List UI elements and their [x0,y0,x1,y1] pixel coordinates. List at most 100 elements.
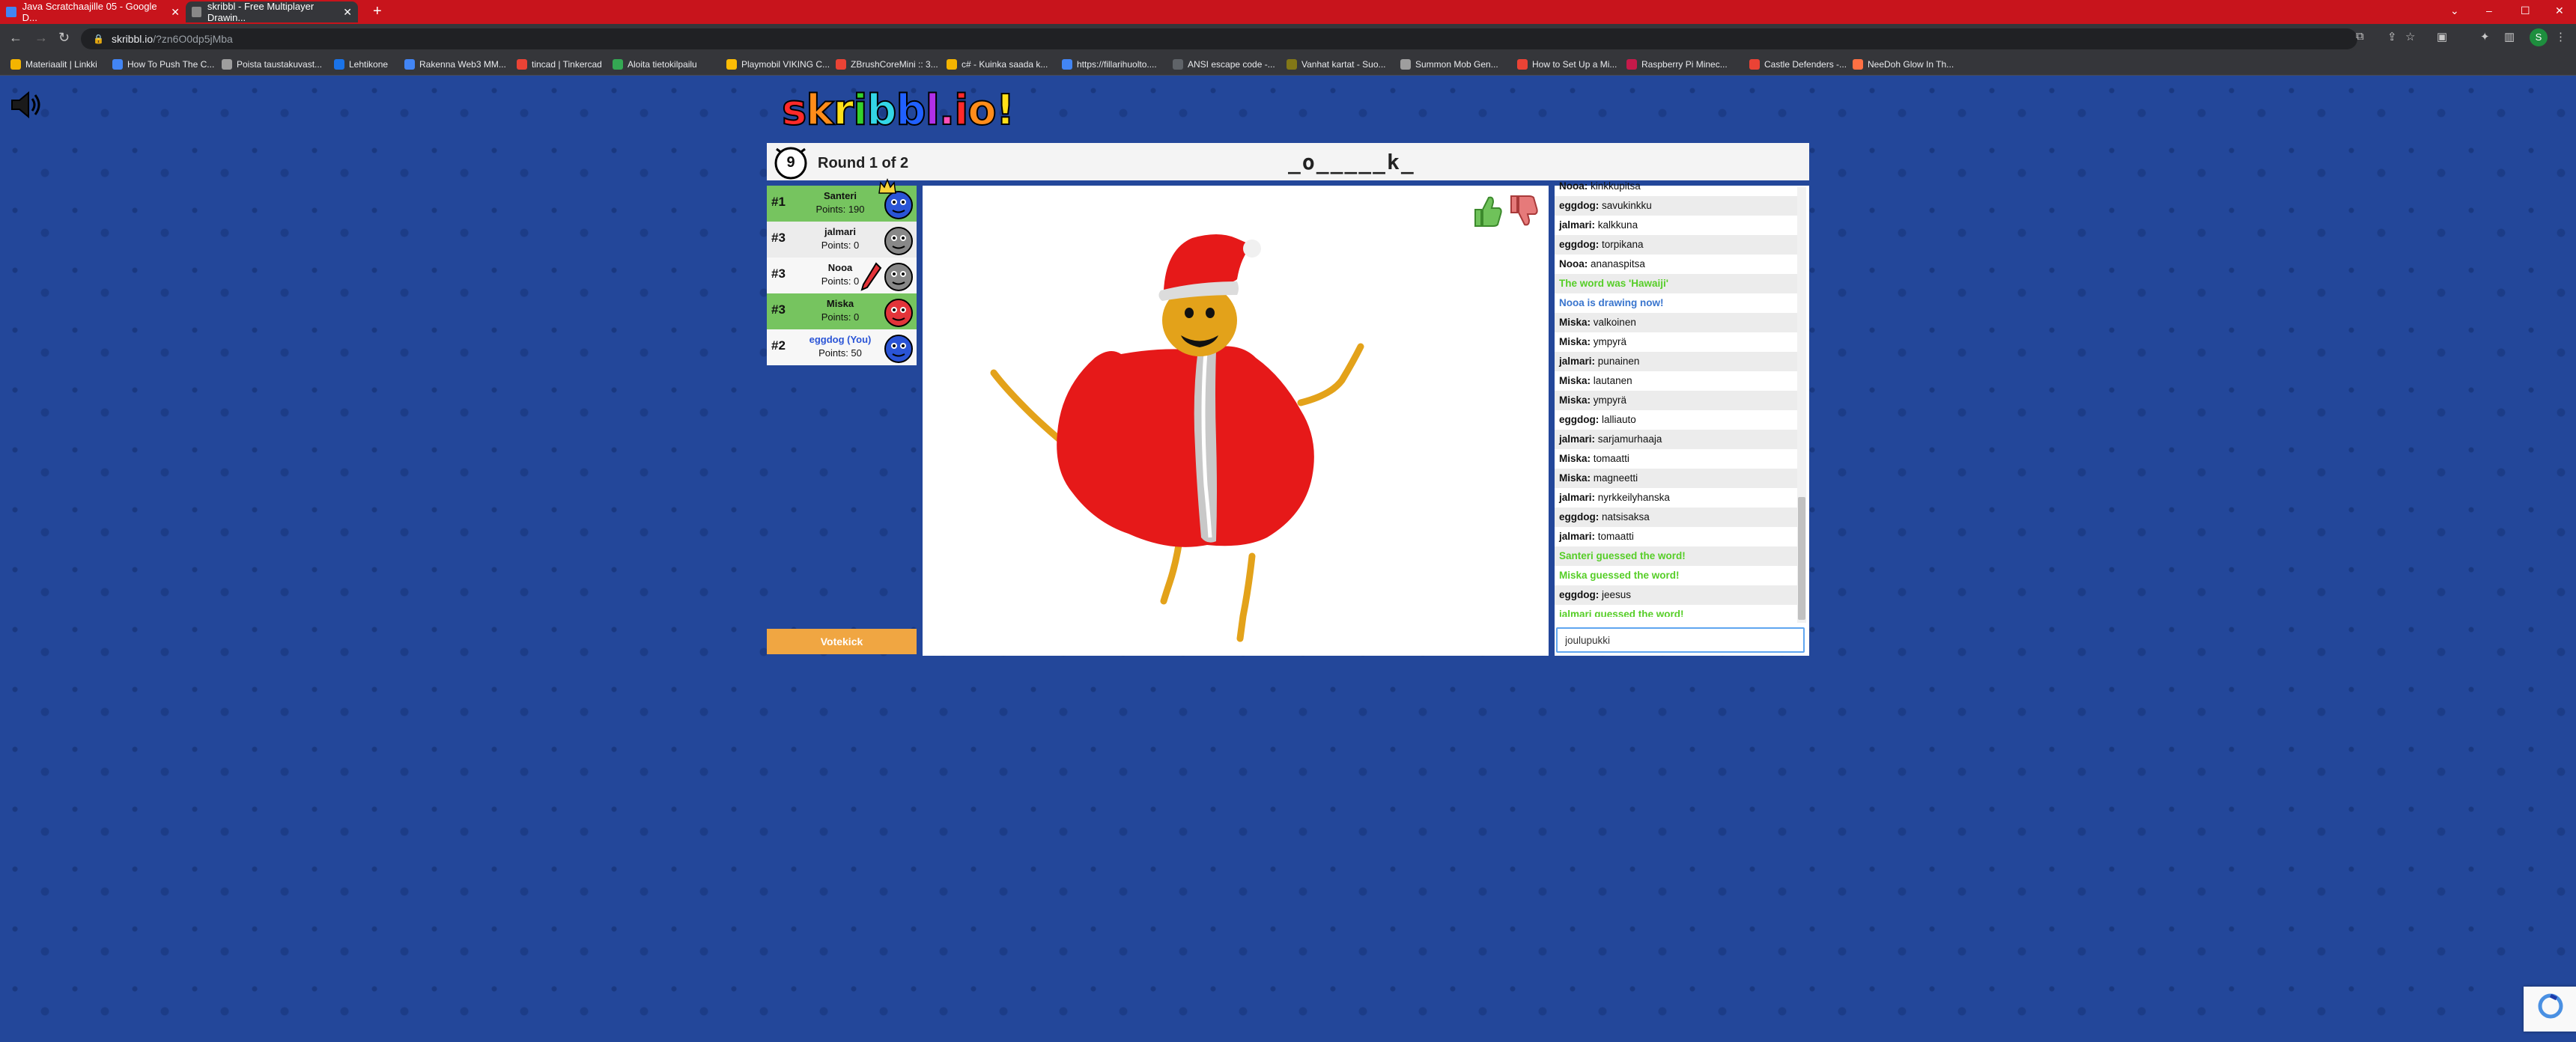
bookmark-item[interactable]: Playmobil VIKING C... [726,57,830,72]
chat-message: jalmari guessed the word! [1555,605,1799,617]
player-row[interactable]: #3 Nooa Points: 0 [767,258,917,293]
bookmark-label: tincad | Tinkercad [532,59,602,70]
chat-text: ympyrä [1593,394,1627,406]
round-indicator: Round 1 of 2 [818,155,909,171]
chat-username: eggdog: [1559,511,1600,522]
bookmark-item[interactable]: c# - Kuinka saada k... [947,57,1048,72]
chat-text: magneetti [1593,472,1638,484]
bookmark-item[interactable]: Aloita tietokilpailu [613,57,697,72]
votekick-button[interactable]: Votekick [767,629,917,654]
close-window-icon[interactable]: ✕ [2555,4,2564,17]
chat-message: jalmari: nyrkkeilyhanska [1555,488,1799,508]
logo-letter: b [866,85,897,135]
logo-letter: i [953,85,969,135]
player-avatar-icon [884,227,913,255]
bookmark-label: NeeDoh Glow In Th... [1868,59,1954,70]
chat-message: jalmari: kalkkuna [1555,216,1799,235]
bookmark-item[interactable]: Materiaalit | Linkki [10,57,97,72]
new-tab-icon[interactable]: + [373,3,382,20]
timer-value: 9 [786,154,795,171]
bookmark-item[interactable]: ANSI escape code -... [1173,57,1275,72]
profile-avatar[interactable]: S [2530,28,2548,46]
reload-icon[interactable]: ↻ [58,30,70,46]
thumbs-up-icon[interactable] [1471,192,1504,231]
bookmark-label: c# - Kuinka saada k... [962,59,1048,70]
translate-icon[interactable]: ⧉ [2356,30,2364,43]
bookmark-item[interactable]: NeeDoh Glow In Th... [1853,57,1954,72]
chat-username: jalmari: [1559,492,1596,503]
bookmark-item[interactable]: Rakenna Web3 MM... [404,57,506,72]
chat-username: eggdog: [1559,239,1600,250]
chat-system-text: Miska guessed the word! [1559,570,1680,581]
bookmark-item[interactable]: Lehtikone [334,57,388,72]
guess-input[interactable] [1556,627,1805,653]
chat-text: jeesus [1602,589,1632,600]
thumbs-down-icon[interactable] [1507,192,1540,231]
chat-message: Nooa is drawing now! [1555,293,1799,313]
bookmark-item[interactable]: Castle Defenders -... [1749,57,1847,72]
bookmark-item[interactable]: Vanhat kartat - Suo... [1287,57,1386,72]
chat-message: jalmari: tomaatti [1555,527,1799,546]
chat-system-text: jalmari guessed the word! [1559,609,1684,617]
bookmark-item[interactable]: Summon Mob Gen... [1400,57,1498,72]
bookmark-favicon-icon [112,59,123,70]
chat-scrollbar-thumb[interactable] [1798,497,1805,620]
maximize-icon[interactable]: ☐ [2521,4,2530,17]
chat-username: eggdog: [1559,589,1600,600]
chat-username: jalmari: [1559,433,1596,445]
player-row[interactable]: #2 eggdog (You) Points: 50 [767,329,917,365]
minimize-icon[interactable]: – [2486,4,2492,16]
browser-tab-skribbl[interactable]: skribbl - Free Multiplayer Drawin... ✕ [186,1,358,23]
skribbl-favicon-icon [192,7,201,17]
chat-message: Nooa: ananaspitsa [1555,255,1799,274]
chat-message: eggdog: torpikana [1555,235,1799,255]
drawing-canvas[interactable] [923,186,1549,656]
chat-username: eggdog: [1559,200,1600,211]
url-path: /?zn6O0dp5jMba [153,33,233,45]
share-icon[interactable]: ⇪ [2387,30,2397,43]
chat-message: Miska: valkoinen [1555,313,1799,332]
chat-username: Miska: [1559,317,1591,328]
chat-message: eggdog: savukinkku [1555,196,1799,216]
sound-toggle-icon[interactable] [7,88,43,121]
menu-kebab-icon[interactable]: ⋮ [2555,30,2566,43]
player-row[interactable]: #3 Miska Points: 0 [767,293,917,329]
bookmark-label: Castle Defenders -... [1764,59,1847,70]
bookmark-item[interactable]: tincad | Tinkercad [517,57,602,72]
bookmark-favicon-icon [1517,59,1528,70]
chat-messages[interactable]: Nooa: kinkkupitsa eggdog: savukinkku jalma… [1555,177,1799,617]
word-hint: _o_____k_ [1288,150,1415,174]
back-icon[interactable]: ← [9,30,22,46]
santa-drawing [990,234,1364,642]
bookmark-label: Raspberry Pi Minec... [1641,59,1728,70]
close-tab-icon[interactable]: ✕ [171,6,180,19]
player-row[interactable]: #3 jalmari Points: 0 [767,222,917,258]
forward-icon[interactable]: → [34,30,48,46]
bookmark-label: ZBrushCoreMini :: 3... [851,59,938,70]
chat-text: natsisaksa [1602,511,1650,522]
extension-icon[interactable]: ▣ [2437,30,2447,43]
bookmark-favicon-icon [1287,59,1297,70]
chat-message: eggdog: natsisaksa [1555,508,1799,527]
side-panel-icon[interactable]: ▥ [2504,30,2515,43]
player-avatar-icon [884,263,913,291]
bookmark-item[interactable]: How to Set Up a Mi... [1517,57,1617,72]
bookmark-item[interactable]: https://fillarihuolto.... [1062,57,1157,72]
close-tab-icon[interactable]: ✕ [343,6,352,19]
bookmark-label: Lehtikone [349,59,389,70]
bookmark-label: Aloita tietokilpailu [628,59,697,70]
url-host: skribbl.io [111,33,154,45]
bookmark-item[interactable]: Poista taustakuvast... [222,57,322,72]
tab-search-icon[interactable]: ⌄ [2450,4,2459,17]
player-rank: #2 [771,338,786,353]
address-bar[interactable]: 🔒 skribbl.io/?zn6O0dp5jMba [81,28,2357,49]
chat-text: punainen [1597,356,1640,367]
bookmark-item[interactable]: ZBrushCoreMini :: 3... [836,57,938,72]
bookmark-item[interactable]: How To Push The C... [112,57,214,72]
bookmark-star-icon[interactable]: ☆ [2405,30,2415,43]
puzzle-extensions-icon[interactable]: ✦ [2480,30,2490,43]
bookmark-item[interactable]: Raspberry Pi Minec... [1626,57,1728,72]
tab-title: skribbl - Free Multiplayer Drawin... [207,1,315,23]
browser-tab-docs[interactable]: Java Scratchaajille 05 - Google D... ✕ [6,1,180,23]
logo-letter: k [805,85,834,135]
